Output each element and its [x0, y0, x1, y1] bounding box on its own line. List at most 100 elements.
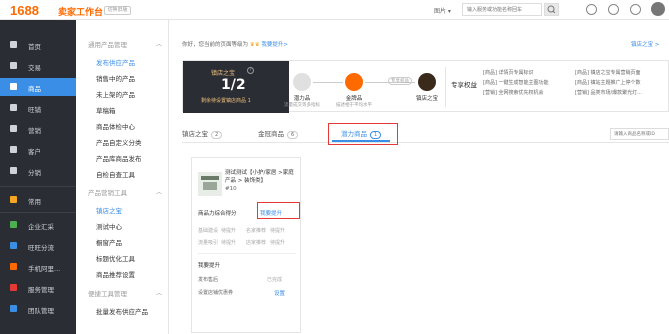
subnav-item[interactable]: 标题优化工具 — [96, 253, 135, 263]
product-id: #10 — [225, 186, 237, 192]
highlight-box — [257, 202, 300, 219]
subnav-group-title[interactable]: 通用产品管理 — [88, 39, 127, 49]
step-desc: 流量成交等多指标 — [284, 103, 320, 108]
star-icon — [10, 196, 17, 203]
help-icon[interactable]: ? — [247, 67, 254, 74]
subnav-item[interactable]: 镇店之宝 — [96, 205, 122, 215]
tab-label: 金冠商品 — [258, 130, 284, 138]
improve-link[interactable]: 我要提升> — [261, 42, 288, 48]
subnav-group-title[interactable]: 便捷工具管理 — [88, 288, 127, 298]
subnav-item[interactable]: 产品库商品发布 — [96, 153, 142, 163]
avatar[interactable] — [651, 2, 665, 16]
level-count: 1/2 — [221, 77, 246, 93]
sidebar-divider — [0, 212, 76, 213]
product-image[interactable] — [198, 172, 222, 196]
logo[interactable]: 1688 — [10, 3, 39, 18]
sidebar-item-distribution[interactable]: 分销 — [0, 162, 76, 180]
distribution-icon — [10, 167, 17, 174]
settings-icon[interactable] — [608, 4, 619, 15]
sidebar-item-label: 手机阿里... — [28, 265, 61, 273]
sub-navigation: 通用产品管理 ︿ 发布供应产品 销售中的产品 未上架的产品 草稿箱 商品体检中心… — [76, 20, 169, 334]
top-bar: 1688 卖家工作台 切换旧版 图片 ▾ — [0, 0, 669, 20]
product-search-box[interactable] — [610, 128, 669, 140]
crown-icon: ♛♛ — [249, 42, 260, 48]
tab-count: 6 — [287, 131, 299, 139]
sidebar-item-label: 服务管理 — [28, 286, 54, 294]
sidebar-item-label: 企业汇采 — [28, 223, 54, 231]
subnav-item[interactable]: 自检自查工具 — [96, 169, 135, 179]
sidebar-item-purchase[interactable]: 企业汇采 — [0, 216, 76, 234]
sidebar-item-label: 旺铺 — [28, 106, 41, 114]
subnav-item[interactable]: 商品推荐设置 — [96, 269, 135, 279]
subnav-item[interactable]: 草稿箱 — [96, 105, 116, 115]
chevron-up-icon[interactable]: ︿ — [156, 288, 162, 297]
tabs-divider — [182, 142, 669, 143]
search-box[interactable] — [462, 3, 542, 16]
tab-gold[interactable]: 金冠商品 6 — [258, 128, 299, 139]
search-input[interactable] — [463, 4, 541, 15]
sidebar-item-shop[interactable]: 旺铺 — [0, 99, 76, 117]
sidebar-item-label: 旺旺分流 — [28, 244, 54, 252]
sidebar-item-goods[interactable]: 商品 — [0, 78, 76, 96]
section-title: 我要提升 — [198, 263, 221, 269]
main-content: 你好，您当前的页面等级为 ♛♛ 我要提升> 镇店之宝 > 镇店之宝 ? 1/2 … — [169, 20, 669, 334]
message-icon[interactable] — [630, 4, 641, 15]
subnav-item[interactable]: 产品自定义分类 — [96, 137, 142, 147]
sidebar-item-favorites[interactable]: 常用 — [0, 191, 76, 209]
metric-name: 基础建设 — [198, 228, 219, 234]
set-coupon-link[interactable]: 设置 — [274, 289, 285, 297]
search-icon — [547, 5, 556, 14]
switch-version-badge[interactable]: 切换旧版 — [104, 6, 131, 15]
gold-step-icon — [345, 73, 363, 91]
level-banner: 镇店之宝 ? 1/2 剩余待设置镇店商品 1 潜力品 流量成交等多指标 金牌品 … — [182, 60, 669, 113]
sidebar-item-wangwang[interactable]: 旺旺分流 — [0, 237, 76, 255]
benefit-item: [营销] 全网搜索优先权机会 — [483, 90, 544, 96]
sidebar-item-service[interactable]: 服务管理 — [0, 279, 76, 297]
product-image-part — [201, 176, 219, 180]
product-tabs: 镇店之宝 2 金冠商品 6 潜力商品 1 — [182, 124, 669, 142]
sidebar-item-trade[interactable]: 交易 — [0, 57, 76, 75]
team-icon — [10, 305, 17, 312]
subnav-item[interactable]: 未上架的产品 — [96, 89, 135, 99]
benefit-item: [营销] 品类市场/爆款聚光灯... — [575, 90, 642, 96]
sidebar-item-mobile[interactable]: 手机阿里... — [0, 258, 76, 276]
help-icon[interactable] — [586, 4, 597, 15]
sidebar-item-customer[interactable]: 客户 — [0, 141, 76, 159]
score-label: 商品力综合得分 — [198, 211, 237, 217]
sidebar-item-label: 团队管理 — [28, 307, 54, 315]
chevron-up-icon[interactable]: ︿ — [156, 187, 162, 196]
sidebar-item-team[interactable]: 团队管理 — [0, 300, 76, 318]
subnav-item[interactable]: 销售中的产品 — [96, 73, 135, 83]
purchase-icon — [10, 221, 17, 228]
search-button[interactable] — [544, 3, 559, 16]
sidebar-item-marketing[interactable]: 营销 — [0, 120, 76, 138]
task-status: 已完成 — [267, 277, 283, 283]
sidebar-item-label: 交易 — [28, 64, 41, 72]
sidebar-item-label: 营销 — [28, 127, 41, 135]
sidebar-item-label: 分销 — [28, 169, 41, 177]
customer-icon — [10, 146, 17, 153]
subnav-group-title[interactable]: 产品营销工具 — [88, 187, 127, 197]
subnav-item[interactable]: 批量发布供应产品 — [96, 306, 148, 316]
chevron-up-icon[interactable]: ︿ — [156, 39, 162, 48]
product-search-input[interactable] — [611, 129, 668, 139]
product-image-part — [203, 182, 217, 190]
product-title[interactable]: 测试测试【小护/家居 >家庭产品 > 装饰类】 — [225, 169, 297, 185]
zhendian-link[interactable]: 镇店之宝 > — [631, 40, 659, 48]
subnav-item[interactable]: 测试中心 — [96, 221, 122, 231]
tab-zhendian[interactable]: 镇店之宝 2 — [182, 128, 223, 139]
subnav-item[interactable]: 发布供应产品 — [96, 57, 135, 67]
subnav-item[interactable]: 商品体检中心 — [96, 121, 135, 131]
product-card[interactable]: 测试测试【小护/家居 >家庭产品 > 装饰类】 #10 商品力综合得分 我要提升… — [191, 157, 301, 333]
top-nav-item[interactable]: 图片 ▾ — [434, 6, 451, 15]
subnav-item[interactable]: 橱窗产品 — [96, 237, 122, 247]
step-desc: 描述相于平均水平 — [336, 103, 372, 108]
metric-name: 流量吸引 — [198, 240, 219, 246]
sidebar-item-label: 客户 — [28, 148, 41, 156]
metric-value: 待提升 — [270, 228, 286, 234]
card-divider — [198, 253, 296, 254]
metric-value: 待提升 — [270, 240, 286, 246]
remaining-text: 剩余待设置镇店商品 1 — [201, 98, 251, 104]
step-connector — [313, 82, 343, 83]
sidebar-item-home[interactable]: 首页 — [0, 36, 76, 54]
